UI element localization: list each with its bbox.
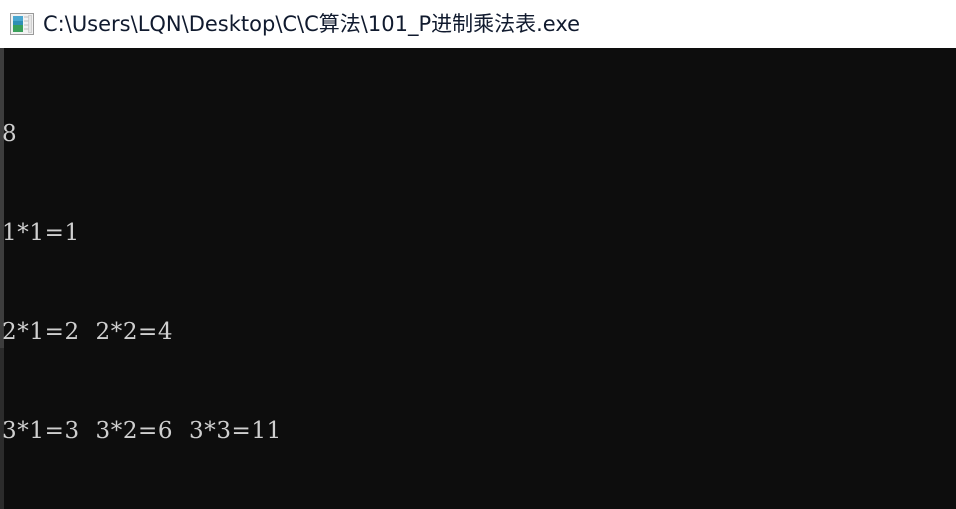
console-line: 8 — [2, 121, 18, 147]
console-text: 8 1*1=1 2*1=2 2*2=4 3*1=3 3*2=6 3*3=11 4… — [2, 52, 952, 509]
console-line: 2*1=2 2*2=4 — [2, 319, 174, 345]
console-line: 1*1=1 — [2, 220, 80, 246]
title-bar: C:\Users\LQN\Desktop\C\C算法\101_P进制乘法表.ex… — [0, 0, 956, 48]
console-output-area[interactable]: 8 1*1=1 2*1=2 2*2=4 3*1=3 3*2=6 3*3=11 4… — [0, 48, 956, 509]
window-title: C:\Users\LQN\Desktop\C\C算法\101_P进制乘法表.ex… — [43, 12, 581, 36]
console-line: 3*1=3 3*2=6 3*3=11 — [2, 418, 282, 444]
console-app-icon — [10, 13, 34, 35]
